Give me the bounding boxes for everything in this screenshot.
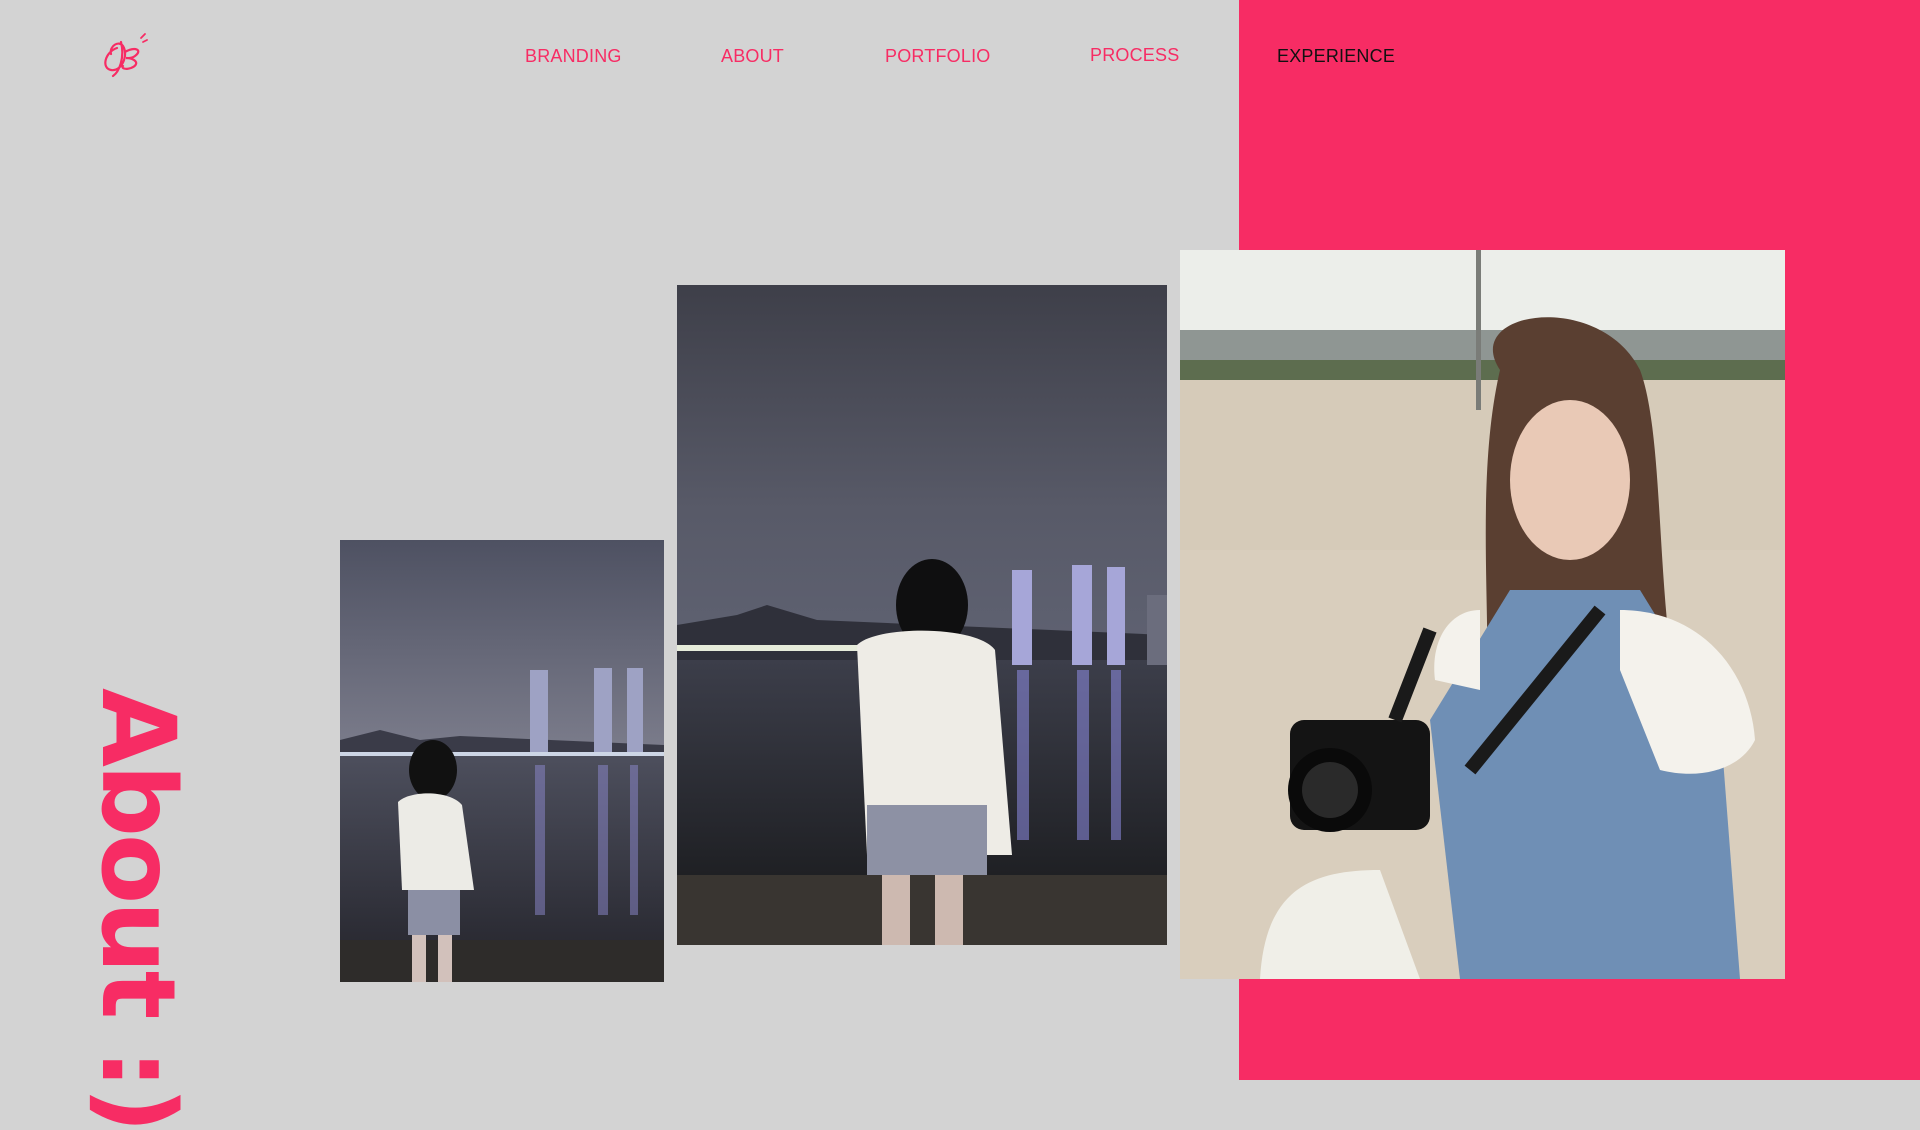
beach-camera-photo xyxy=(1180,250,1785,979)
signature-logo-icon[interactable] xyxy=(95,28,153,80)
nav-link-branding[interactable]: BRANDING xyxy=(525,46,622,67)
nav-link-about[interactable]: ABOUT xyxy=(721,46,784,67)
about-heading-text: About :) xyxy=(78,688,197,1130)
nav-link-portfolio[interactable]: PORTFOLIO xyxy=(885,46,991,67)
nav-link-experience[interactable]: EXPERIENCE xyxy=(1277,46,1395,67)
night-beach-photo-small xyxy=(340,540,664,982)
about-heading: About :) xyxy=(40,688,197,1130)
night-beach-photo-large xyxy=(677,285,1167,945)
nav-link-process[interactable]: PROCESS xyxy=(1090,45,1179,66)
